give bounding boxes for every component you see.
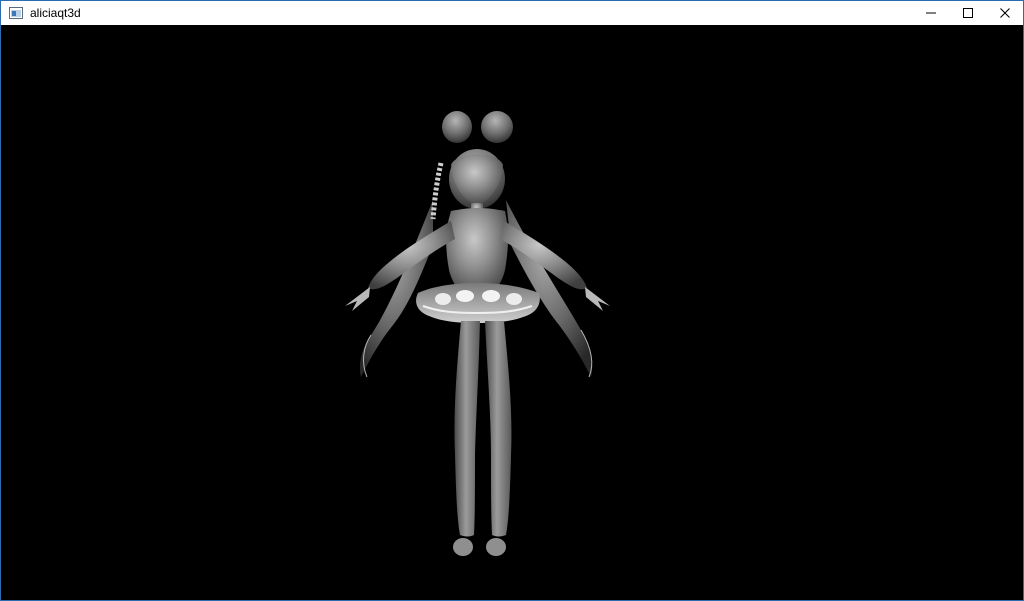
skirt <box>416 283 540 323</box>
character-model <box>345 111 610 556</box>
minimize-icon <box>925 12 936 14</box>
right-shoe <box>486 538 506 556</box>
maximize-button[interactable] <box>949 1 986 25</box>
app-icon[interactable] <box>8 5 24 21</box>
window-title: aliciaqt3d <box>30 6 81 20</box>
maximize-icon <box>962 8 973 18</box>
title-bar-faint-graphic <box>656 1 831 7</box>
3d-viewport[interactable] <box>1 25 1023 600</box>
close-button[interactable] <box>986 1 1023 25</box>
window-controls <box>912 1 1023 25</box>
left-hand <box>345 287 370 311</box>
hair-bow-left <box>442 111 472 143</box>
right-hand <box>585 287 610 311</box>
braid <box>430 162 444 220</box>
hair-bow-right <box>481 111 513 143</box>
left-shoe <box>453 538 473 556</box>
right-leg <box>485 321 512 537</box>
left-leg <box>454 321 480 537</box>
minimize-button[interactable] <box>912 1 949 25</box>
title-bar[interactable]: aliciaqt3d <box>1 1 1023 25</box>
close-icon <box>999 8 1010 18</box>
app-window: aliciaqt3d <box>0 0 1024 601</box>
